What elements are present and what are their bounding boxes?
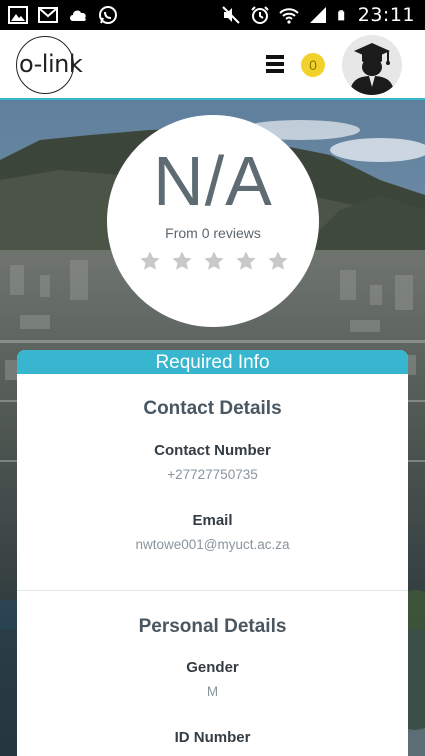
signal-icon — [309, 7, 326, 23]
rating-circle: N/A From 0 reviews — [107, 115, 319, 327]
alarm-icon — [251, 6, 269, 24]
image-icon — [8, 6, 28, 24]
contact-number-label: Contact Number — [154, 442, 271, 459]
whatsapp-icon — [99, 6, 117, 24]
star-icon — [204, 251, 224, 270]
app-header: o-link 0 — [0, 30, 425, 100]
gender-value: M — [206, 684, 219, 699]
id-number-label: ID Number — [174, 729, 251, 746]
email-label: Email — [192, 512, 233, 529]
contact-details-title: Contact Details — [143, 398, 282, 419]
star-icon — [140, 251, 160, 270]
email-value: nwtowe001@myuct.ac.za — [135, 537, 290, 552]
logo-text: o-link — [19, 50, 83, 78]
status-bar: 23:11 — [0, 0, 425, 30]
hamburger-menu-icon[interactable] — [266, 55, 284, 73]
required-info-card: Required Info Contact Details Contact Nu… — [17, 350, 408, 756]
graduate-avatar-icon[interactable] — [342, 35, 402, 95]
star-icon — [236, 251, 256, 270]
personal-details-title: Personal Details — [138, 616, 287, 637]
clock: 23:11 — [357, 4, 415, 26]
battery-icon — [337, 10, 344, 21]
app-logo[interactable]: o-link — [16, 36, 83, 94]
review-count: From 0 reviews — [165, 225, 261, 241]
mail-icon — [38, 7, 58, 23]
star-rating — [139, 250, 289, 272]
contact-number-value: +27727750735 — [167, 467, 258, 482]
status-bar-notifications — [8, 5, 118, 25]
wifi-icon — [279, 8, 299, 24]
card-header: Required Info — [17, 350, 408, 374]
notification-badge[interactable]: 0 — [301, 53, 325, 77]
rating-value: N/A — [153, 142, 273, 220]
star-icon — [268, 251, 288, 270]
star-icon — [172, 251, 192, 270]
mute-icon — [222, 6, 240, 24]
section-divider — [17, 590, 408, 591]
status-bar-system: 23:11 — [221, 4, 415, 26]
cloud-icon — [70, 10, 86, 21]
gender-label: Gender — [186, 659, 239, 676]
